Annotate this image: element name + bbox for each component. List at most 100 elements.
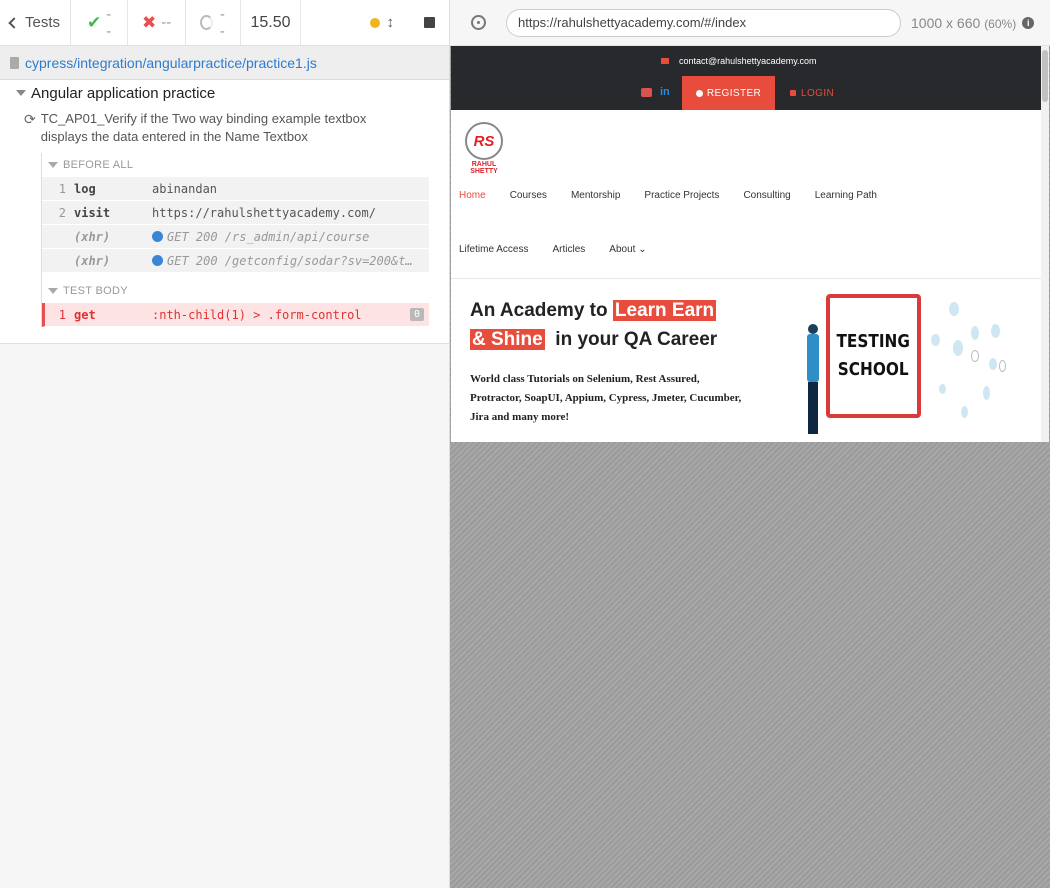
auto-scroll-toggle-icon[interactable]: ↕ [387, 14, 395, 31]
logo-mark: RS [465, 122, 503, 160]
command-number: 2 [58, 205, 66, 220]
failed-count: ✖ -- [128, 0, 186, 45]
element-count-badge: 0 [409, 308, 424, 321]
scrollbar-thumb[interactable] [1042, 50, 1048, 102]
decor-bubble [989, 358, 997, 370]
stop-button[interactable] [424, 17, 435, 28]
command-message: https://rahulshettyacademy.com/ [152, 205, 376, 220]
decor-bubble [999, 360, 1006, 372]
decor-bubble [991, 324, 1000, 338]
hook-label: TEST BODY [63, 285, 128, 297]
pending-ring-icon [200, 15, 213, 30]
command-name: (xhr) [74, 229, 111, 244]
nav-courses[interactable]: Courses [510, 190, 547, 201]
decor-bubble [949, 302, 959, 316]
register-button[interactable]: REGISTER [682, 76, 775, 110]
running-indicator-icon [369, 17, 380, 28]
nav-about[interactable]: About ⌄ [609, 244, 646, 255]
decor-bubble [961, 406, 968, 418]
pending-value: -- [219, 5, 225, 40]
login-label: LOGIN [801, 87, 835, 99]
xhr-status-dot-icon [152, 255, 163, 266]
login-button[interactable]: LOGIN [790, 76, 834, 110]
x-icon: ✖ [142, 12, 157, 32]
site-frame: contact@rahulshettyacademy.com in REGIST… [451, 46, 1049, 442]
command-number: 1 [58, 307, 66, 322]
selector-playground-button[interactable] [450, 15, 506, 30]
decor-bubble [983, 386, 990, 400]
command-row[interactable]: 1 log abinandan [42, 177, 429, 201]
duration: 15.50 [241, 0, 301, 45]
decor-bubble [939, 384, 946, 394]
tests-back-button[interactable]: Tests [0, 0, 71, 45]
caret-down-icon [48, 162, 58, 168]
aut-header: https://rahulshettyacademy.com/#/index 1… [450, 0, 1050, 46]
nav-mentorship[interactable]: Mentorship [571, 190, 620, 201]
passed-value: -- [106, 5, 112, 40]
hero-title: An Academy to Learn Earn & Shine in your… [470, 296, 770, 354]
register-label: REGISTER [706, 87, 762, 99]
nav-articles[interactable]: Articles [552, 244, 585, 255]
decor-bubble [971, 326, 979, 340]
hooks: BEFORE ALL 1 log abinandan 2 visit https… [41, 153, 429, 327]
logo-text: RAHUL SHETTY [470, 161, 498, 175]
nav-lifetime-access[interactable]: Lifetime Access [459, 244, 528, 255]
crosshair-icon [470, 15, 486, 30]
caret-down-icon [48, 288, 58, 294]
hook-test-body[interactable]: TEST BODY [42, 279, 429, 303]
url-bar[interactable]: https://rahulshettyacademy.com/#/index [506, 8, 901, 37]
decor-bubble [971, 350, 979, 362]
youtube-icon[interactable] [641, 87, 652, 97]
command-row[interactable]: 2 visit https://rahulshettyacademy.com/ [42, 201, 429, 225]
site-topbar: contact@rahulshettyacademy.com in REGIST… [451, 46, 1049, 110]
decor-bubble [931, 334, 940, 346]
command-message: abinandan [152, 181, 218, 196]
nav-learning-path[interactable]: Learning Path [815, 190, 877, 201]
lock-icon [790, 90, 796, 96]
app-under-test: https://rahulshettyacademy.com/#/index 1… [450, 0, 1050, 888]
info-icon[interactable]: i [1022, 16, 1035, 29]
command-name: log [74, 181, 96, 196]
reporter-header: Tests ✔ -- ✖ -- -- 15.50 ↕ [0, 0, 449, 46]
site-logo[interactable]: RS RAHUL SHETTY [459, 122, 509, 175]
command-row[interactable]: (xhr) GET 200 /getconfig/sodar?sv=200&ti… [42, 249, 429, 273]
command-row[interactable]: (xhr) GET 200 /rs_admin/api/course [42, 225, 429, 249]
command-message: GET 200 /rs_admin/api/course [167, 229, 370, 244]
hook-before-all[interactable]: BEFORE ALL [42, 153, 429, 177]
command-message: GET 200 /getconfig/sodar?sv=200&tid=gda&… [167, 253, 419, 268]
hero-highlight: & Shine [470, 329, 545, 350]
test-title-row[interactable]: ⟳ TC_AP01_Verify if the Two way binding … [0, 106, 449, 146]
hero-highlight: Learn Earn [612, 300, 717, 321]
hero-subtitle: World class Tutorials on Selenium, Rest … [470, 373, 742, 423]
command-row-failed[interactable]: 1 get :nth-child(1) > .form-control 0 [42, 303, 429, 327]
nav-divider [451, 278, 1049, 279]
hook-label: BEFORE ALL [63, 159, 134, 171]
failed-value: -- [161, 14, 172, 31]
email-text: contact@rahulshettyacademy.com [679, 56, 817, 66]
main-nav: Home Courses Mentorship Practice Project… [459, 190, 901, 201]
main-nav-row2: Lifetime Access Articles About ⌄ [459, 244, 671, 255]
social-links: in [641, 86, 679, 98]
testing-school-board: TESTING SCHOOL [826, 294, 921, 418]
command-message-wrap: GET 200 /rs_admin/api/course [152, 230, 429, 244]
runnable-suite: Angular application practice ⟳ TC_AP01_V… [0, 80, 449, 344]
nav-practice-projects[interactable]: Practice Projects [644, 190, 719, 201]
command-name: visit [74, 205, 111, 220]
contact-email[interactable]: contact@rahulshettyacademy.com [661, 56, 817, 66]
spec-path-link[interactable]: cypress/integration/angularpractice/prac… [25, 55, 317, 71]
linkedin-icon[interactable]: in [660, 86, 670, 98]
nav-consulting[interactable]: Consulting [743, 190, 790, 201]
run-controls: ↕ [301, 0, 449, 45]
command-number: 1 [58, 181, 66, 196]
site-scrollbar[interactable] [1041, 46, 1049, 442]
nav-home[interactable]: Home [459, 190, 486, 201]
xhr-status-dot-icon [152, 231, 163, 242]
test-reporter: Tests ✔ -- ✖ -- -- 15.50 ↕ cypress/integ… [0, 0, 450, 888]
chevron-left-icon [8, 17, 20, 29]
hero-text: in your QA Career [544, 329, 718, 350]
viewport-scale: (60%) [984, 16, 1017, 31]
hero-text: An Academy to [470, 300, 613, 321]
pending-count: -- [186, 0, 241, 45]
suite-title-row[interactable]: Angular application practice [0, 80, 449, 106]
viewport-info: 1000 x 660 (60%) [911, 15, 1016, 31]
